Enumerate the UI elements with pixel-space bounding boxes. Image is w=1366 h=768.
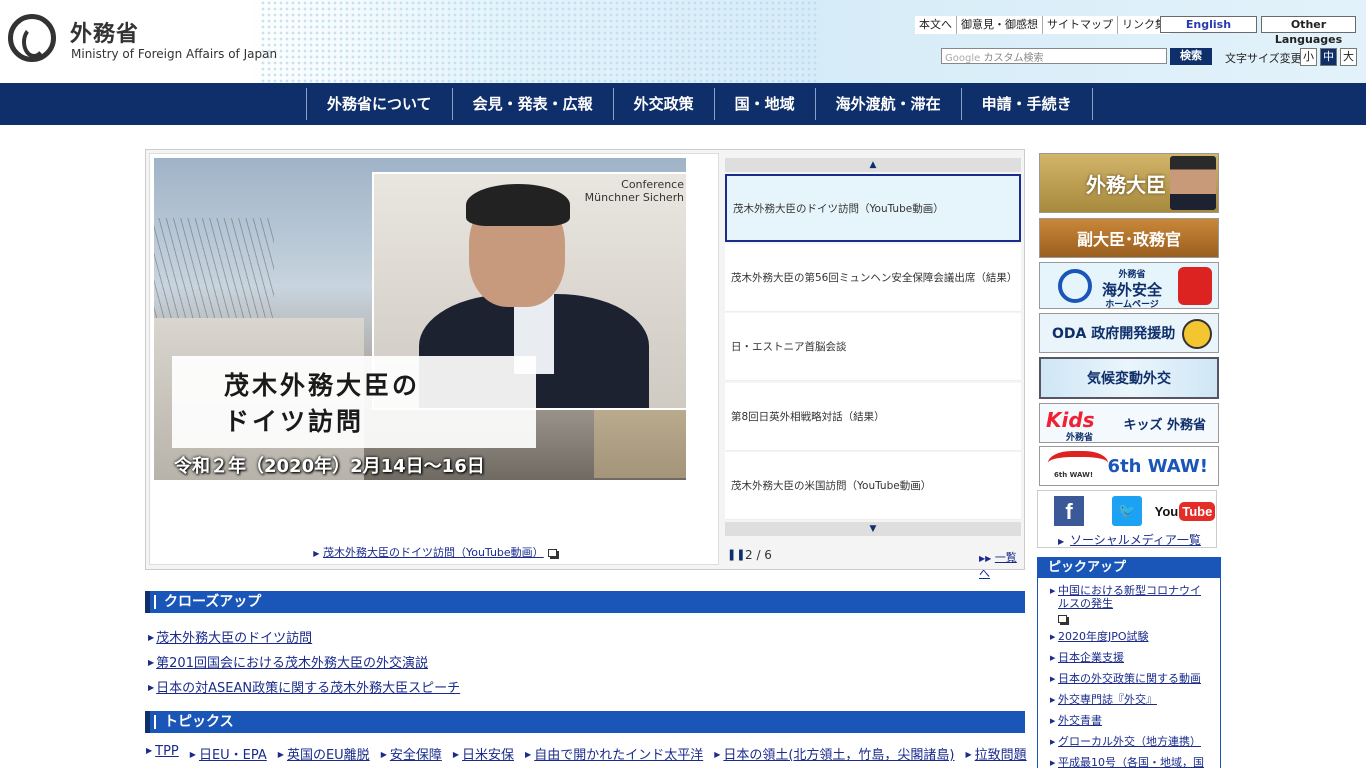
util-link-feedback[interactable]: 御意見・御感想 [957, 16, 1043, 34]
mascot-icon [1178, 267, 1212, 305]
list-item: ▶ 平成最10号（各国・地域，国 [1050, 756, 1204, 768]
mofa-logo-icon [1058, 269, 1092, 303]
scroll-down-button[interactable]: ▼ [725, 522, 1021, 536]
font-size-large-button[interactable]: 大 [1340, 48, 1357, 66]
arrow-right-icon: ▶ [148, 658, 155, 667]
external-window-icon [1058, 615, 1067, 623]
list-item: ▶ 外交青書 [1050, 714, 1102, 727]
topic-item: ▶ 英国のEU離脱 [277, 748, 370, 763]
slide-list-item[interactable]: 日・エストニア首脳会談 [725, 313, 1021, 381]
pause-icon[interactable]: ❚❚ [727, 548, 745, 561]
nav-item-travel[interactable]: 海外渡航・滞在 [814, 88, 961, 120]
topic-item: ▶ TPP [146, 744, 179, 759]
closeup-list: ▶ 茂木外務大臣のドイツ訪問 ▶ 第201回国会における茂木外務大臣の外交演説 ▶ 日… [148, 626, 460, 701]
slide-list-item[interactable]: 第8回日英外相戦略対話（結果） [725, 383, 1021, 451]
english-button[interactable]: English [1160, 16, 1257, 33]
list-item: ▶ 日本の対ASEAN政策に関する茂木外務大臣スピーチ [148, 681, 461, 696]
topic-item: ▶ 安全保障 [380, 748, 442, 763]
youtube-icon[interactable]: You Tube [1155, 495, 1216, 527]
mofa-logo-icon[interactable] [8, 14, 56, 62]
globe-icon [1182, 319, 1212, 349]
pickup-box: ピックアップ ▶ 中国における新型コロナウイルスの発生 ▶ 2020年度JPO試験 … [1037, 557, 1221, 768]
util-link-main[interactable]: 本文へ [915, 16, 957, 34]
list-item: ▶ 日本の外交政策に関する動画 [1050, 672, 1201, 685]
search-button[interactable]: 検索 [1170, 48, 1212, 65]
kids-logo-icon: Kids 外務省 [1046, 408, 1095, 443]
arrow-right-icon: ▶ [148, 633, 155, 642]
font-size-label: 文字サイズ変更 [1225, 52, 1302, 65]
topics-list: ▶ TPP ▶ 日EU・EPA ▶ 英国のEU離脱 ▶ 安全保障 ▶ 日米安保 ▶ 自由で開… [146, 744, 1027, 763]
slide-list-item[interactable]: 茂木外務大臣の米国訪問（YouTube動画） [725, 452, 1021, 520]
utility-links: 本文へ 御意見・御感想 サイトマップ リンク集 [915, 16, 1170, 34]
util-link-sitemap[interactable]: サイトマップ [1043, 16, 1118, 34]
slide-date: 令和２年（2020年）2月14日～16日 [174, 456, 485, 477]
nav-item-procedures[interactable]: 申請・手続き [960, 88, 1093, 120]
arrow-right-icon: ▶ [1058, 537, 1065, 546]
social-media-list-link[interactable]: ソーシャルメディア一覧 [1070, 533, 1201, 547]
list-item: ▶ 日本企業支援 [1050, 651, 1124, 664]
other-languages-button[interactable]: Other Languages [1261, 16, 1356, 46]
slide-caption-link: ▶ 茂木外務大臣のドイツ訪問（YouTube動画） [150, 544, 720, 560]
logo-title-ja[interactable]: 外務省 [70, 16, 139, 48]
twitter-icon[interactable]: 🐦 [1099, 495, 1155, 527]
list-item: ▶ 外交専門誌『外交』 [1050, 693, 1157, 706]
site-header: 外務省 Ministry of Foreign Affairs of Japan… [0, 0, 1366, 83]
list-item: ▶ 2020年度JPO試験 [1050, 630, 1149, 643]
scroll-up-button[interactable]: ▲ [725, 158, 1021, 172]
nav-item-policy[interactable]: 外交政策 [612, 88, 714, 120]
search-placeholder: カスタム検索 [983, 53, 1044, 64]
closeup-heading: クローズアップ [145, 591, 1025, 613]
facebook-icon[interactable]: f [1041, 495, 1097, 527]
double-arrow-icon: ▶▶ [979, 554, 992, 563]
topic-item: ▶ 日本の領土(北方領土，竹島，尖閣諸島) [714, 748, 955, 763]
slide-title-line2: ドイツ訪問 [224, 407, 365, 436]
topic-item: ▶ 拉致問題 [965, 748, 1027, 763]
list-item: ▶ 第201回国会における茂木外務大臣の外交演説 [148, 656, 428, 671]
pickup-list: ▶ 中国における新型コロナウイルスの発生 ▶ 2020年度JPO試験 ▶ 日本企業支援… [1038, 578, 1220, 768]
main-carousel: Conference Münchner Sicherh 茂木外務大臣の ドイツ訪… [145, 149, 1025, 580]
waw-banner[interactable]: 6th WAW! [1039, 446, 1219, 486]
nav-item-regions[interactable]: 国・地域 [713, 88, 815, 120]
slide-list-item[interactable]: 茂木外務大臣のドイツ訪問（YouTube動画） [725, 174, 1021, 242]
topics-heading: トピックス [145, 711, 1025, 733]
climate-diplomacy-banner[interactable]: 気候変動外交 [1039, 357, 1219, 399]
waw-logo-icon [1048, 451, 1108, 481]
pickup-heading: ピックアップ [1038, 558, 1220, 578]
minister-banner[interactable]: 外務大臣 [1039, 153, 1219, 213]
slide-counter: 2 / 6 [745, 548, 772, 562]
minister-photo [1170, 156, 1216, 210]
font-size-small-button[interactable]: 小 [1300, 48, 1317, 66]
topic-item: ▶ 自由で開かれたインド太平洋 [525, 748, 704, 763]
font-size-medium-button[interactable]: 中 [1320, 48, 1337, 66]
vice-minister-banner[interactable]: 副大臣･政務官 [1039, 218, 1219, 258]
nav-item-about[interactable]: 外務省について [306, 88, 452, 120]
search-input[interactable]: Google カスタム検索 [941, 48, 1167, 64]
external-window-icon [547, 549, 557, 557]
slide-image[interactable]: Conference Münchner Sicherh 茂木外務大臣の ドイツ訪… [154, 158, 686, 480]
slide-conference-text: Conference Münchner Sicherh [584, 178, 684, 204]
topic-item: ▶ 日米安保 [452, 748, 515, 763]
slide-title-line1: 茂木外務大臣の [224, 371, 421, 400]
slide-frame: Conference Münchner Sicherh 茂木外務大臣の ドイツ訪… [149, 153, 719, 565]
list-item: ▶ 中国における新型コロナウイルスの発生 [1050, 584, 1210, 623]
slide-list-item[interactable]: 茂木外務大臣の第56回ミュンヘン安全保障会議出席（結果） [725, 244, 1021, 312]
world-map-decoration [260, 0, 820, 83]
arrow-right-icon: ▶ [148, 683, 155, 692]
logo-title-en[interactable]: Ministry of Foreign Affairs of Japan [71, 47, 277, 61]
nav-item-press[interactable]: 会見・発表・広報 [451, 88, 613, 120]
slide-link[interactable]: 茂木外務大臣のドイツ訪問（YouTube動画） [323, 546, 544, 559]
topic-item: ▶ 日EU・EPA [189, 748, 267, 763]
social-media-box: f 🐦 You Tube ▶ ソーシャルメディア一覧 [1037, 490, 1217, 548]
kids-banner[interactable]: Kids 外務省 キッズ 外務省 [1039, 403, 1219, 443]
slide-list-all: ▶▶ 一覧へ [979, 549, 1024, 581]
list-item: ▶ 茂木外務大臣のドイツ訪問 [148, 631, 313, 646]
slide-list: ▲ 茂木外務大臣のドイツ訪問（YouTube動画） 茂木外務大臣の第56回ミュン… [725, 158, 1021, 536]
list-item: ▶ グローカル外交（地方連携） [1050, 735, 1201, 748]
arrow-right-icon: ▶ [313, 549, 320, 558]
oda-banner[interactable]: ODA 政府開発援助 [1039, 313, 1219, 353]
global-nav: 外務省について 会見・発表・広報 外交政策 国・地域 海外渡航・滞在 申請・手続… [0, 83, 1366, 125]
google-brand-label: Google [945, 53, 981, 64]
overseas-safety-banner[interactable]: 外務省 海外安全 ホームページ [1039, 262, 1219, 310]
